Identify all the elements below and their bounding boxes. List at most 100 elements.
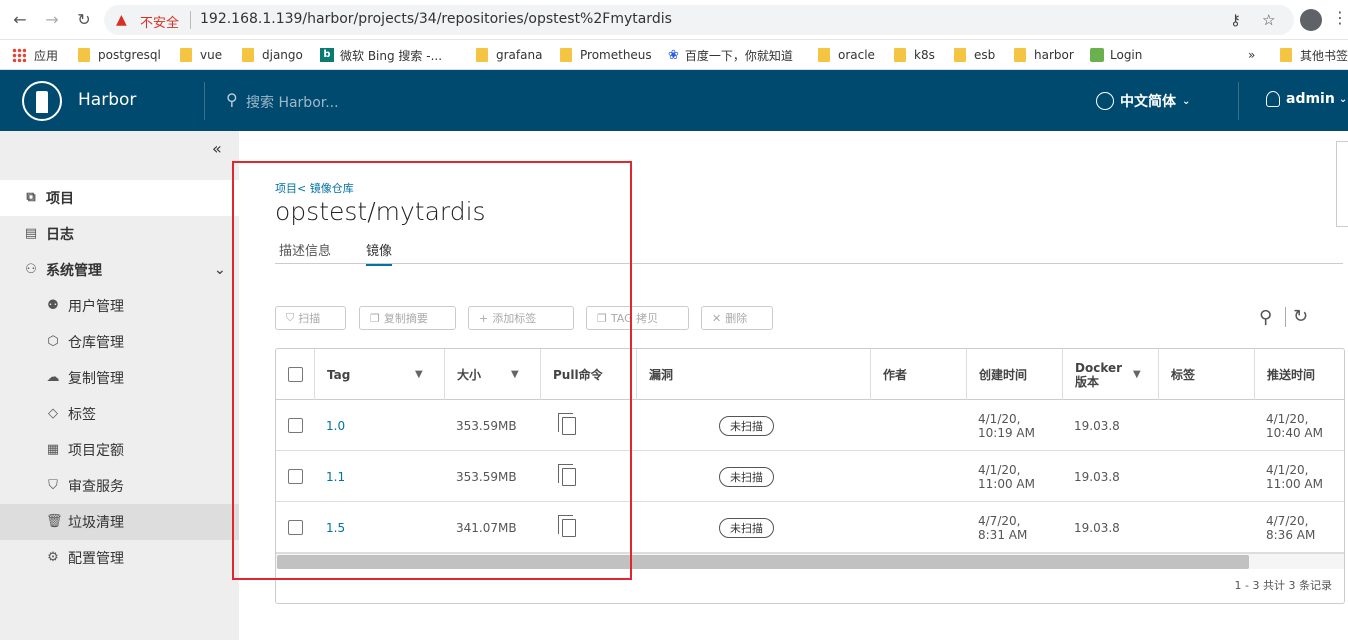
star-icon[interactable]: ☆ [1262,11,1275,29]
bookmark-grafana[interactable]: grafana [476,45,542,65]
bookmark-login[interactable]: Login [1090,45,1142,65]
side-panel-tab[interactable] [1336,141,1348,227]
bookmark-oracle[interactable]: oracle [818,45,875,65]
sidebar-item-quotas[interactable]: ▦ 项目定额 [0,432,239,468]
sidebar-item-labels[interactable]: ◇ 标签 [0,396,239,432]
copy-icon[interactable] [558,463,576,486]
select-all-checkbox[interactable] [288,367,303,382]
users-icon: ⚉ [47,298,59,313]
column-tag[interactable]: Tag ▼ [314,349,444,400]
bookmark-k8s[interactable]: k8s [894,45,935,65]
filter-icon[interactable]: ▼ [415,369,423,380]
column-pull[interactable]: Pull命令 [540,349,636,400]
copy-icon[interactable] [558,412,576,435]
brand-name[interactable]: Harbor [78,90,136,110]
header-divider [204,82,205,120]
bookmark-esb[interactable]: esb [954,45,995,65]
column-docker-version[interactable]: Docker 版本 ▼ [1062,349,1158,400]
refresh-icon[interactable]: ↻ [1293,306,1308,327]
sidebar-item-users[interactable]: ⚉ 用户管理 [0,288,239,324]
bookmark-vue[interactable]: vue [180,45,222,65]
sidebar-item-registries[interactable]: ⬡ 仓库管理 [0,324,239,360]
add-label-button[interactable]: + 添加标签 [468,306,574,330]
column-push-time[interactable]: 推送时间 [1254,349,1344,400]
tag-link[interactable]: 1.5 [326,502,345,553]
harbor-logo-icon[interactable] [22,81,62,121]
global-search-input[interactable]: 搜索 Harbor... [246,92,339,112]
bookmark-django[interactable]: django [242,45,303,65]
row-checkbox[interactable] [288,418,303,433]
table-header: Tag ▼ 大小 ▼ Pull命令 漏洞 作者 创建时间 Docker 版本 ▼ 标签… [276,349,1344,400]
key-icon[interactable]: ⚷ [1230,11,1241,29]
row-checkbox[interactable] [288,469,303,484]
profile-avatar[interactable] [1300,9,1322,31]
back-icon[interactable]: ← [10,10,30,30]
apps-icon [12,48,26,62]
copy-icon[interactable] [558,514,576,537]
breadcrumb[interactable]: 项目< 镜像仓库 [275,180,354,196]
tag-copy-button[interactable]: ❐ TAG 拷贝 [586,306,689,330]
collapse-sidebar-icon[interactable]: « [212,139,222,158]
trash-icon: 🗑 [46,514,63,529]
chevron-down-icon: ⌄ [1182,95,1191,107]
table-row[interactable]: 1.1 353.59MB 未扫描 4/1/20, 11:00 AM 19.03.8… [276,451,1344,502]
bookmark-harbor[interactable]: harbor [1014,45,1074,65]
copy-icon: ❐ [597,311,607,325]
url-text[interactable]: 192.168.1.139/harbor/projects/34/reposit… [200,11,672,27]
search-icon[interactable]: ⚲ [1259,307,1272,328]
bookmark-baidu[interactable]: ❀ 百度一下，你就知道 [668,45,793,65]
sidebar-item-config[interactable]: ⚙ 配置管理 [0,540,239,576]
sidebar-item-replication[interactable]: ☁ 复制管理 [0,360,239,396]
login-icon [1090,48,1104,62]
bookmark-apps[interactable]: 应用 [12,45,58,65]
address-bar[interactable]: ▲ 不安全 192.168.1.139/harbor/projects/34/r… [104,5,1294,35]
filter-icon[interactable]: ▼ [1133,369,1141,380]
sidebar-item-admin[interactable]: ⚇ 系统管理 ⌄ [0,252,239,288]
bookmark-postgresql[interactable]: postgresql [78,45,161,65]
column-labels[interactable]: 标签 [1158,349,1254,400]
search-icon: ⚲ [226,90,238,109]
column-size[interactable]: 大小 ▼ [444,349,540,400]
copy-digest-button[interactable]: ❐ 复制摘要 [359,306,456,330]
forward-icon[interactable]: → [42,10,62,30]
insecure-label: 不安全 [140,16,180,31]
folder-icon [1280,48,1292,62]
horizontal-scrollbar[interactable] [276,553,1344,569]
column-author[interactable]: 作者 [870,349,966,400]
tag-link[interactable]: 1.1 [326,451,345,502]
sidebar-item-logs[interactable]: ▤ 日志 [0,216,239,252]
table-row[interactable]: 1.0 353.59MB 未扫描 4/1/20, 10:19 AM 19.03.8… [276,400,1344,451]
column-vulnerability[interactable]: 漏洞 [636,349,870,400]
column-created[interactable]: 创建时间 [966,349,1062,400]
scan-status-badge: 未扫描 [719,517,774,538]
language-selector[interactable]: 中文简体 ⌄ [1096,91,1190,111]
sidebar-item-gc[interactable]: 🗑 垃圾清理 [0,504,239,540]
table-row[interactable]: 1.5 341.07MB 未扫描 4/7/20, 8:31 AM 19.03.8 … [276,502,1344,553]
tag-link[interactable]: 1.0 [326,400,345,451]
project-icon: ⧉ [26,190,36,205]
sidebar-item-projects[interactable]: ⧉ 项目 [0,180,239,216]
menu-dots-icon[interactable]: ⋮ [1332,8,1348,27]
vuln-cell: 未扫描 [719,451,774,502]
row-checkbox[interactable] [288,520,303,535]
filter-icon[interactable]: ▼ [511,369,519,380]
docker-version-cell: 19.03.8 [1074,520,1120,535]
sidebar-item-interrogation[interactable]: ⛉ 审查服务 [0,468,239,504]
row-checkbox-cell [288,400,303,451]
bookmark-prometheus[interactable]: Prometheus [560,45,652,65]
scrollbar-thumb[interactable] [277,555,1249,569]
bookmarks-overflow[interactable]: » [1248,45,1255,65]
tab-info[interactable]: 描述信息 [279,240,331,259]
pagination-summary: 1 - 3 共计 3 条记录 [1234,579,1332,592]
bookmark-other[interactable]: 其他书签 [1280,45,1348,65]
delete-button[interactable]: ✕ 删除 [701,306,773,330]
reload-icon[interactable]: ↻ [74,10,94,30]
pull-cell [558,502,576,553]
copy-icon: ❐ [370,311,380,325]
shield-icon: ⛉ [48,478,58,493]
user-menu[interactable]: admin ⌄ [1266,91,1347,107]
scan-button[interactable]: ⛉ 扫描 [275,306,346,330]
bookmark-bing[interactable]: b 微软 Bing 搜索 -... [320,45,442,65]
docker-version-cell: 19.03.8 [1074,418,1120,433]
size-cell: 353.59MB [456,418,517,433]
